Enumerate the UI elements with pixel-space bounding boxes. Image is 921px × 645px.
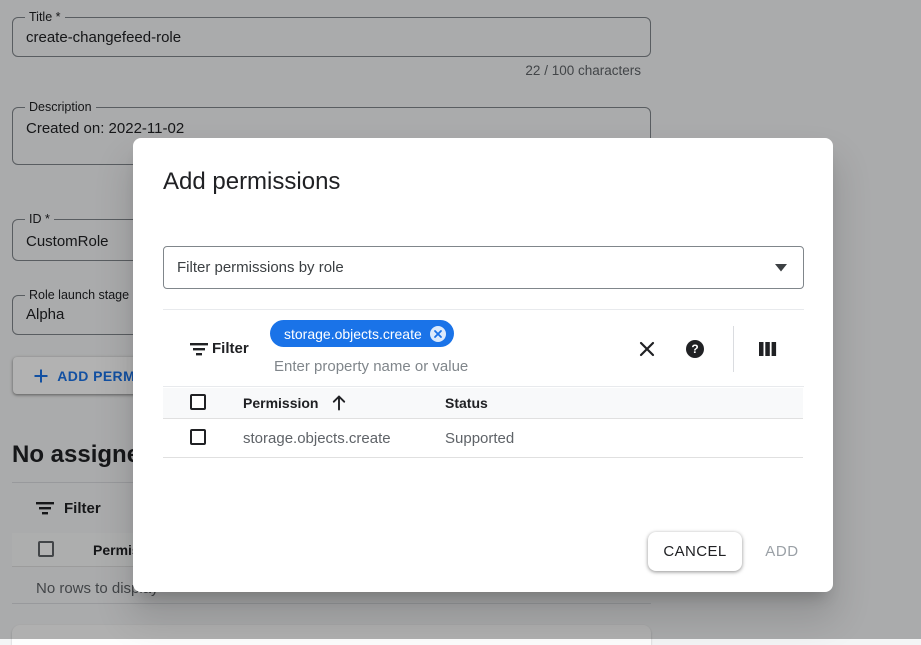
- column-display-button[interactable]: [753, 335, 781, 363]
- row-status-cell: Supported: [445, 430, 514, 447]
- sort-ascending-icon[interactable]: [331, 394, 347, 411]
- clear-filter-button[interactable]: [633, 335, 661, 363]
- add-permissions-dialog: Add permissions Filter permissions by ro…: [133, 138, 833, 592]
- toolbar-top-divider: [163, 309, 804, 310]
- chevron-down-icon: [775, 264, 787, 272]
- filter-help-button[interactable]: ?: [681, 335, 709, 363]
- column-display-icon: [758, 340, 777, 358]
- row-permission-cell: storage.objects.create: [243, 430, 391, 447]
- status-column-header[interactable]: Status: [445, 395, 488, 411]
- help-icon: ?: [685, 339, 705, 359]
- cancel-button[interactable]: CANCEL: [648, 532, 742, 571]
- filter-chip-label: storage.objects.create: [284, 326, 422, 342]
- chip-close-icon[interactable]: [429, 325, 447, 343]
- filter-list-icon: [190, 342, 208, 356]
- svg-text:?: ?: [691, 342, 698, 356]
- filter-chip[interactable]: storage.objects.create: [270, 320, 454, 347]
- dialog-title: Add permissions: [163, 168, 340, 196]
- toolbar-vertical-divider: [733, 326, 734, 372]
- filter-by-role-dropdown[interactable]: Filter permissions by role: [163, 246, 804, 289]
- permissions-table-header: Permission Status: [163, 388, 803, 419]
- clear-filter-icon: [637, 339, 657, 359]
- permission-column-header[interactable]: Permission: [243, 395, 318, 411]
- dialog-filter-input-placeholder[interactable]: Enter property name or value: [274, 358, 468, 375]
- permission-table-row[interactable]: storage.objects.create Supported: [163, 419, 803, 458]
- filter-by-role-placeholder: Filter permissions by role: [177, 259, 775, 276]
- row-checkbox[interactable]: [190, 429, 206, 445]
- select-all-checkbox[interactable]: [190, 394, 206, 410]
- add-button[interactable]: ADD: [751, 532, 813, 571]
- dialog-filter-label: Filter: [212, 340, 249, 357]
- toolbar-bottom-divider: [163, 386, 804, 387]
